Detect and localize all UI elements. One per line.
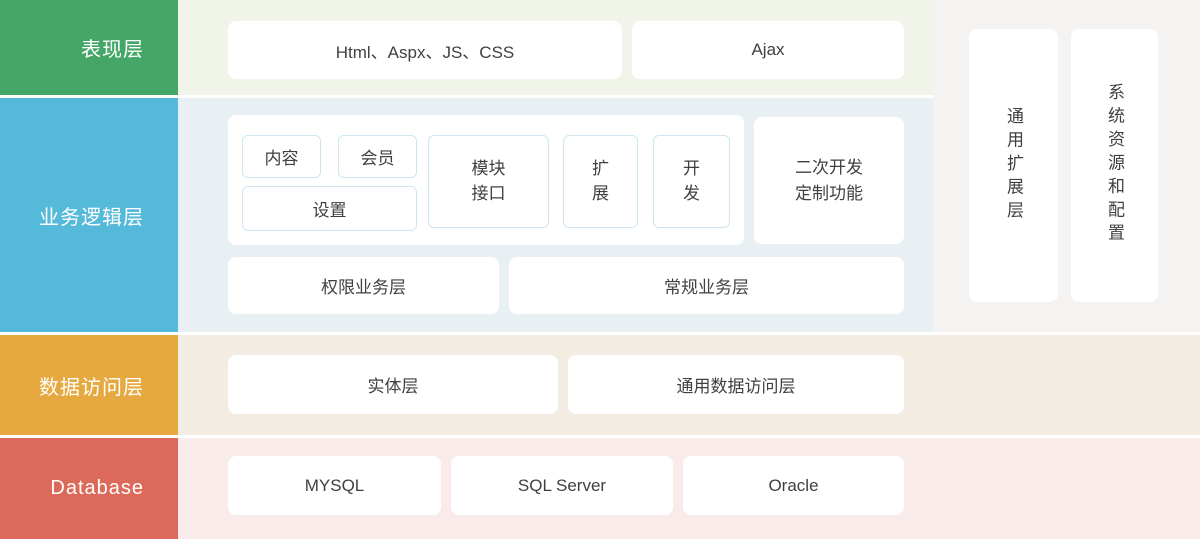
general-business-box: 常规业务层 [509, 257, 904, 314]
general-data-access-box: 通用数据访问层 [568, 355, 904, 414]
module-interface-label: 模块接口 [471, 157, 507, 206]
mysql-box: MYSQL [228, 456, 441, 515]
entity-layer-label: 实体层 [368, 372, 419, 397]
layer-block-business: 业务逻辑层 [0, 98, 178, 332]
module-interface-chip: 模块接口 [428, 135, 549, 228]
development-chip: 开发 [653, 135, 730, 228]
layer-block-presentation: 表现层 [0, 0, 178, 95]
content-module-chip: 内容 [242, 135, 321, 178]
content-module-label: 内容 [265, 144, 299, 169]
layer-label-database: Database [50, 477, 144, 500]
development-label: 开发 [682, 157, 701, 206]
settings-module-chip: 设置 [242, 186, 417, 231]
architecture-diagram: 表现层 业务逻辑层 数据访问层 Database Html、Aspx、JS、CS… [0, 0, 1200, 539]
ajax-label: Ajax [751, 40, 784, 60]
oracle-label: Oracle [768, 476, 818, 496]
sqlserver-label: SQL Server [518, 476, 606, 496]
secondary-dev-label: 二次开发定制功能 [793, 155, 864, 206]
oracle-box: Oracle [683, 456, 904, 515]
system-resources-vbox: 系统资源和配置 [1071, 29, 1158, 302]
entity-layer-box: 实体层 [228, 355, 558, 414]
ajax-box: Ajax [632, 21, 904, 79]
secondary-dev-box: 二次开发定制功能 [754, 117, 904, 244]
extension-label: 扩展 [591, 157, 610, 206]
member-module-chip: 会员 [338, 135, 417, 178]
general-extension-label: 通用扩展层 [1005, 107, 1022, 224]
layer-block-data-access: 数据访问层 [0, 335, 178, 435]
mysql-label: MYSQL [305, 476, 365, 496]
permission-business-box: 权限业务层 [228, 257, 499, 314]
general-extension-vbox: 通用扩展层 [969, 29, 1058, 302]
general-data-access-label: 通用数据访问层 [677, 372, 796, 397]
permission-business-label: 权限业务层 [321, 273, 406, 298]
frontend-tech-box: Html、Aspx、JS、CSS [228, 21, 622, 79]
settings-module-label: 设置 [313, 196, 347, 221]
layer-label-presentation: 表现层 [81, 33, 144, 62]
layer-block-database: Database [0, 438, 178, 539]
member-module-label: 会员 [361, 144, 395, 169]
system-resources-label: 系统资源和配置 [1106, 83, 1123, 247]
extension-chip: 扩展 [563, 135, 638, 228]
sqlserver-box: SQL Server [451, 456, 673, 515]
layer-label-data-access: 数据访问层 [39, 371, 144, 400]
general-business-label: 常规业务层 [664, 273, 749, 298]
frontend-tech-label: Html、Aspx、JS、CSS [336, 38, 515, 63]
layer-label-business: 业务逻辑层 [39, 201, 144, 230]
